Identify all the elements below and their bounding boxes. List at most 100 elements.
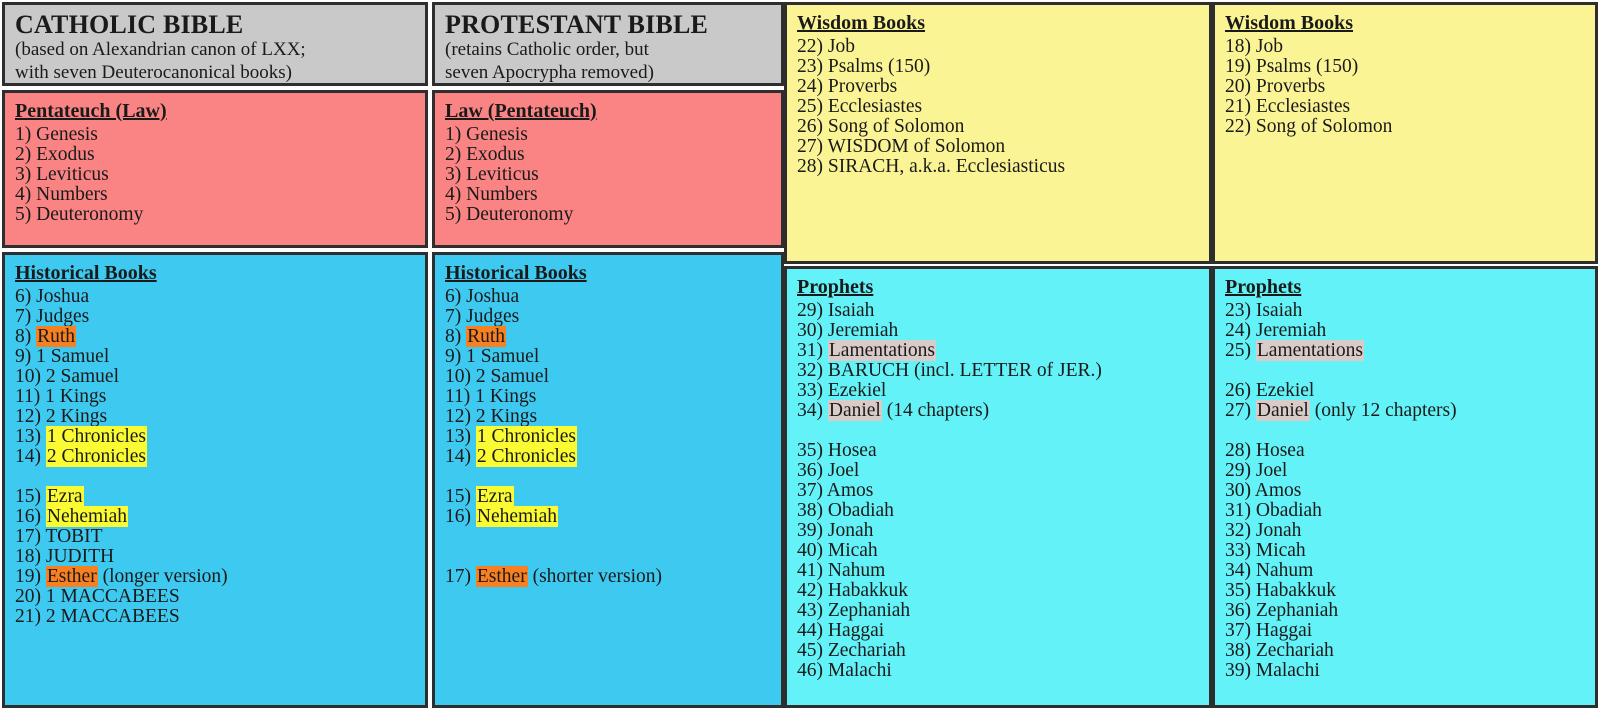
book-list-item: 18) Job — [1225, 35, 1283, 57]
book-list-item: 39) Jonah — [797, 520, 874, 542]
book-list-item: 19) Esther (longer version) — [15, 566, 228, 588]
book-list-item: 17) Esther (shorter version) — [445, 566, 662, 588]
book-list-item: 28) SIRACH, a.k.a. Ecclesiasticus — [797, 155, 1066, 177]
list-spacer — [445, 467, 771, 487]
book-list-item: 1) Genesis — [15, 123, 98, 145]
catholic-historical-panel: Historical Books 6) Joshua 7) Judges 8) Ru… — [2, 252, 428, 708]
protestant-wisdom-panel: Wisdom Books 18) Job 19) Psalms (150) 20) … — [1212, 2, 1598, 264]
book-list-item: 15) Ezra — [15, 486, 84, 508]
book-list-item: 9) 1 Samuel — [15, 345, 110, 367]
catholic-subtitle-line1: (based on Alexandrian canon of LXX; — [15, 39, 306, 61]
book-list-item: 22) Job — [797, 35, 855, 57]
highlighted-book-name: Esther — [45, 566, 98, 588]
list-spacer — [1225, 421, 1585, 441]
book-list-item: 29) Isaiah — [797, 299, 875, 321]
book-list-item: 38) Obadiah — [797, 500, 894, 522]
book-list-item: 38) Zechariah — [1225, 640, 1334, 662]
book-list-item: 27) Daniel (only 12 chapters) — [1225, 399, 1457, 421]
catholic-historical-list: 6) Joshua 7) Judges 8) Ruth 9) 1 Samuel 10) … — [15, 285, 415, 628]
protestant-wisdom-list: 18) Job 19) Psalms (150) 20) Proverbs 21) E… — [1225, 35, 1585, 137]
book-list-item: 8) Ruth — [445, 325, 507, 347]
catholic-historical-heading: Historical Books — [15, 262, 157, 284]
highlighted-book-name: 1 Chronicles — [475, 425, 577, 447]
book-list-item: 10) 2 Samuel — [445, 365, 549, 387]
catholic-pentateuch-list: 1) Genesis 2) Exodus 3) Leviticus 4) Number… — [15, 123, 415, 225]
book-list-item: 36) Zephaniah — [1225, 600, 1339, 622]
protestant-title: PROTESTANT BIBLE — [445, 10, 709, 39]
book-list-item: 2) Exodus — [15, 143, 95, 165]
catholic-header-panel: CATHOLIC BIBLE (based on Alexandrian can… — [2, 2, 428, 86]
book-list-item: 32) BARUCH (incl. LETTER of JER.) — [797, 359, 1102, 381]
book-list-item: 12) 2 Kings — [445, 405, 538, 427]
highlighted-book-name: Lamentations — [1255, 339, 1365, 361]
highlighted-book-name: Esther — [475, 566, 528, 588]
book-list-item: 4) Numbers — [15, 183, 108, 205]
book-list-item: 35) Hosea — [797, 439, 877, 461]
highlighted-book-name: Ruth — [36, 325, 77, 347]
protestant-law-panel: Law (Pentateuch) 1) Genesis 2) Exodus 3) L… — [432, 90, 784, 248]
book-list-item: 37) Haggai — [1225, 620, 1313, 642]
book-list-item: 33) Ezekiel — [797, 379, 887, 401]
book-list-item: 42) Habakkuk — [797, 580, 909, 602]
book-list-item: 15) Ezra — [445, 486, 514, 508]
book-list-item: 24) Jeremiah — [1225, 319, 1327, 341]
book-list-item: 16) Nehemiah — [15, 506, 129, 528]
book-list-item: 9) 1 Samuel — [445, 345, 540, 367]
protestant-header-panel: PROTESTANT BIBLE (retains Catholic order… — [432, 2, 784, 86]
protestant-subtitle-line1: (retains Catholic order, but — [445, 39, 649, 61]
catholic-subtitle-line2: with seven Deuterocanonical books) — [15, 61, 292, 83]
book-list-item: 22) Song of Solomon — [1225, 115, 1393, 137]
highlighted-book-name: Daniel — [1255, 399, 1310, 421]
book-list-item: 21) 2 MACCABEES — [15, 606, 180, 628]
book-list-item: 7) Judges — [445, 305, 520, 327]
protestant-historical-panel: Historical Books 6) Joshua 7) Judges 8) Ru… — [432, 252, 784, 708]
book-list-item: 28) Hosea — [1225, 439, 1305, 461]
highlighted-book-name: Daniel — [827, 399, 882, 421]
book-list-item: 35) Habakkuk — [1225, 580, 1337, 602]
catholic-pentateuch-panel: Pentateuch (Law) 1) Genesis 2) Exodus 3) L… — [2, 90, 428, 248]
book-list-item: 20) 1 MACCABEES — [15, 586, 180, 608]
protestant-historical-heading: Historical Books — [445, 262, 587, 284]
book-list-item: 19) Psalms (150) — [1225, 55, 1359, 77]
book-list-item: 33) Micah — [1225, 540, 1306, 562]
highlighted-book-name: 2 Chronicles — [475, 445, 577, 467]
book-list-item: 18) JUDITH — [15, 546, 115, 568]
book-list-item: 24) Proverbs — [797, 75, 898, 97]
book-list-item: 11) 1 Kings — [15, 385, 107, 407]
catholic-wisdom-panel: Wisdom Books 22) Job 23) Psalms (150) 24) … — [784, 2, 1212, 264]
protestant-historical-list: 6) Joshua 7) Judges 8) Ruth 9) 1 Samuel 10) … — [445, 285, 771, 588]
book-list-item: 39) Malachi — [1225, 660, 1320, 682]
book-list-item: 12) 2 Kings — [15, 405, 108, 427]
catholic-prophets-heading: Prophets — [797, 276, 874, 298]
book-list-item: 36) Joel — [797, 459, 860, 481]
list-spacer — [1225, 361, 1585, 381]
book-list-item: 16) Nehemiah — [445, 506, 559, 528]
book-list-item: 6) Joshua — [15, 285, 90, 307]
list-spacer — [445, 527, 771, 547]
book-list-item: 13) 1 Chronicles — [15, 425, 147, 447]
protestant-subtitle-line2: seven Apocrypha removed) — [445, 61, 654, 83]
book-list-item: 5) Deuteronomy — [15, 203, 144, 225]
catholic-wisdom-heading: Wisdom Books — [797, 12, 926, 34]
book-list-item: 26) Ezekiel — [1225, 379, 1315, 401]
book-list-item: 37) Amos — [797, 480, 874, 502]
protestant-law-list: 1) Genesis 2) Exodus 3) Leviticus 4) Number… — [445, 124, 771, 225]
book-list-item: 45) Zechariah — [797, 640, 906, 662]
book-list-item: 13) 1 Chronicles — [445, 425, 577, 447]
highlighted-book-name: Lamentations — [827, 339, 937, 361]
book-list-item: 29) Joel — [1225, 459, 1288, 481]
book-list-item: 40) Micah — [797, 540, 878, 562]
book-list-item: 11) 1 Kings — [445, 385, 537, 407]
book-list-item: 30) Amos — [1225, 480, 1302, 502]
book-list-item: 8) Ruth — [15, 325, 77, 347]
list-spacer — [15, 467, 415, 487]
highlighted-book-name: 1 Chronicles — [45, 425, 147, 447]
book-list-item: 21) Ecclesiastes — [1225, 95, 1351, 117]
book-list-item: 25) Lamentations — [1225, 339, 1365, 361]
book-list-item: 23) Isaiah — [1225, 299, 1303, 321]
book-list-item: 34) Nahum — [1225, 560, 1314, 582]
highlighted-book-name: Nehemiah — [45, 506, 129, 528]
book-list-item: 6) Joshua — [445, 285, 520, 307]
catholic-prophets-list: 29) Isaiah 30) Jeremiah 31) Lamentations 32… — [797, 299, 1199, 682]
protestant-wisdom-heading: Wisdom Books — [1225, 12, 1354, 34]
